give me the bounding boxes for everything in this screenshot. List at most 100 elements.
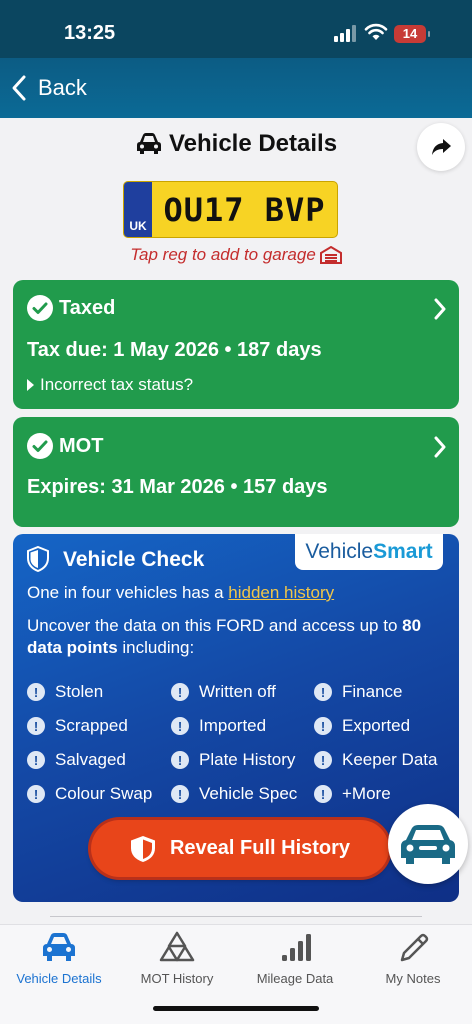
back-button[interactable]: Back [10,72,87,104]
feature-item: ! Scrapped [27,716,128,736]
exclamation-icon: ! [171,785,189,803]
car-front-icon [401,825,455,864]
exclamation-icon: ! [314,683,332,701]
exclamation-icon: ! [27,751,45,769]
data-points-bold: data points [27,638,118,657]
hidden-history-text: One in four vehicles has a hidden histor… [27,583,334,603]
reveal-full-history-button[interactable]: Reveal Full History [91,820,389,877]
tab-label: Mileage Data [256,971,334,986]
share-arrow-icon [432,139,451,155]
feature-label: Colour Swap [55,784,153,803]
feature-label: Finance [342,682,403,701]
incorrect-tax-link[interactable]: Incorrect tax status? [27,375,193,395]
status-bar: 13:25 14 [0,0,472,58]
car-icon [136,133,161,154]
hidden-history-link[interactable]: hidden history [228,583,334,602]
pencil-icon [400,933,429,962]
logo-text-smart: Smart [373,540,433,563]
tab-label: MOT History [140,971,214,986]
feature-item: ! Vehicle Spec [171,784,297,804]
cellular-signal-icon [334,24,358,42]
feature-item: ! Exported [314,716,410,736]
logo-text-vehicle: Vehicle [305,540,374,563]
tab-mot-history[interactable]: MOT History [118,931,236,986]
divider [50,916,422,917]
feature-label: Written off [199,682,276,701]
exclamation-icon: ! [171,717,189,735]
feature-label: Stolen [55,682,104,701]
tab-label: Vehicle Details [16,971,102,986]
home-indicator[interactable] [153,1006,319,1011]
incorrect-tax-label: Incorrect tax status? [40,375,194,394]
vehicle-check-title: Vehicle Check [63,548,205,571]
back-label: Back [38,75,87,100]
data-points-text: Uncover the data on this FORD and access… [27,615,457,659]
feature-label: Plate History [199,750,296,769]
chevron-right-icon [434,436,446,458]
car-icon [43,933,75,961]
registration-plate[interactable]: UK OU17 BVP [123,181,338,238]
tab-label: My Notes [385,971,441,986]
shield-icon [130,835,155,862]
tax-status-card[interactable]: Taxed Tax due: 1 May 2026 • 187 days Inc… [13,280,459,409]
check-circle-icon [27,295,53,321]
feature-label: Exported [342,716,411,735]
status-time: 13:25 [64,22,116,44]
chevron-left-icon [12,75,26,101]
wifi-icon [364,23,388,40]
feature-label: +More [342,784,391,803]
exclamation-icon: ! [27,683,45,701]
hidden-history-prefix: One in four vehicles has a [27,583,229,602]
feature-item: ! Stolen [27,682,103,702]
feature-label: Imported [199,716,267,735]
exclamation-icon: ! [171,683,189,701]
feature-item: ! Keeper Data [314,750,437,770]
exclamation-icon: ! [314,785,332,803]
feature-label: Vehicle Spec [199,784,298,803]
mot-status-label: MOT [59,435,104,457]
plate-registration: OU17 BVP [163,191,326,229]
floating-car-button[interactable] [388,804,468,884]
exclamation-icon: ! [314,751,332,769]
bar-chart-icon [282,934,311,961]
feature-label: Scrapped [55,716,128,735]
feature-label: Keeper Data [342,750,438,769]
check-circle-icon [27,433,53,459]
feature-item: ! Colour Swap [27,784,152,804]
vehicle-smart-logo: Vehicle Smart [295,534,443,570]
share-button[interactable] [417,123,465,171]
navigation-bar: Back [0,58,472,118]
mot-status-card[interactable]: MOT Expires: 31 Mar 2026 • 157 days [13,417,459,527]
feature-item: ! Salvaged [27,750,126,770]
exclamation-icon: ! [171,751,189,769]
add-to-garage-label: Tap reg to add to garage [130,245,316,264]
tax-due-text: Tax due: 1 May 2026 • 187 days [27,339,322,361]
feature-item: ! Imported [171,716,266,736]
tax-status-label: Taxed [59,297,116,319]
page-title: Vehicle Details [168,130,338,157]
page-header: Vehicle Details [0,130,472,158]
disclosure-triangle-icon [27,379,34,391]
feature-label: Salvaged [55,750,126,769]
feature-item: ! Finance [314,682,402,702]
battery-icon: 14 [394,25,430,43]
tab-my-notes[interactable]: My Notes [354,931,472,986]
exclamation-icon: ! [27,717,45,735]
plate-country: UK [124,182,152,237]
data-points-count: 80 [402,616,422,635]
mot-triangles-icon [159,931,195,962]
data-points-prefix: Uncover the data on this FORD and access… [27,616,403,635]
data-points-suffix: including: [117,638,195,657]
feature-item: ! +More [314,784,391,804]
feature-item: ! Written off [171,682,276,702]
feature-item: ! Plate History [171,750,295,770]
add-to-garage-hint[interactable]: Tap reg to add to garage [0,245,472,265]
chevron-right-icon [434,298,446,320]
mot-expires-text: Expires: 31 Mar 2026 • 157 days [27,476,328,498]
reveal-full-history-label: Reveal Full History [169,837,351,859]
exclamation-icon: ! [314,717,332,735]
tab-mileage-data[interactable]: Mileage Data [236,931,354,986]
garage-icon [319,246,342,264]
shield-icon [27,546,49,572]
tab-vehicle-details[interactable]: Vehicle Details [0,931,118,986]
